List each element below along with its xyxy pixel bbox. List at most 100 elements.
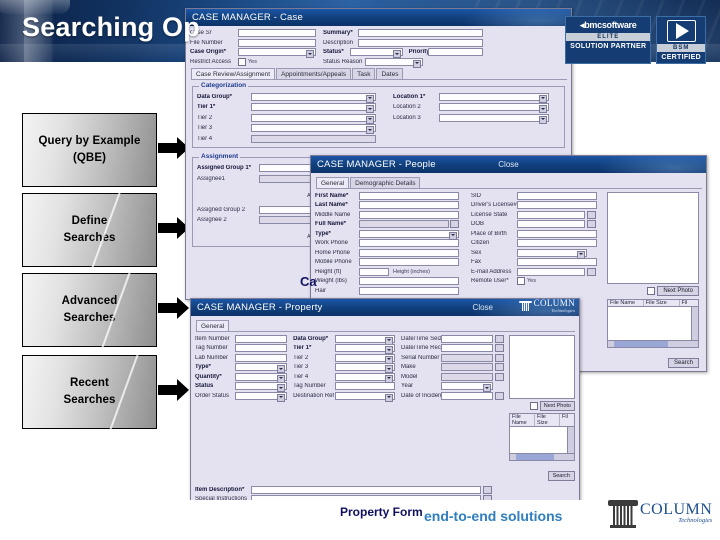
close-button[interactable]: Close — [498, 160, 518, 169]
tier-4-select[interactable] — [335, 372, 396, 383]
drivers-license-input[interactable] — [517, 201, 597, 209]
photo-checkbox[interactable] — [529, 401, 538, 410]
location-1-select[interactable] — [439, 92, 549, 103]
description-input[interactable] — [357, 38, 483, 47]
mobile-phone-input[interactable] — [359, 258, 459, 266]
case-tabs[interactable]: Case Review/Assignment Appointments/Appe… — [191, 68, 567, 80]
hair-input[interactable] — [359, 286, 459, 295]
location-2-select[interactable] — [439, 103, 549, 113]
field-datetime-seized[interactable]: Date/Time Seized — [401, 334, 505, 343]
field-lab-number[interactable]: Lab Number — [195, 353, 289, 362]
field-remote-user[interactable]: Remote User* Yes — [471, 277, 601, 285]
field-case-sr[interactable]: Case Sr — [190, 29, 320, 37]
tier-1-select[interactable] — [251, 103, 376, 113]
home-phone-input[interactable] — [359, 248, 459, 257]
field-dob[interactable]: DOB — [471, 220, 601, 228]
field-data-group[interactable]: Data Group* — [293, 334, 397, 345]
tag-number-input[interactable] — [235, 344, 287, 352]
email-picker-button[interactable] — [587, 267, 596, 276]
lab-number-input[interactable] — [235, 353, 287, 362]
field-drivers-license[interactable]: Driver's License# — [471, 201, 601, 209]
type-select[interactable] — [235, 363, 287, 373]
data-group-select[interactable] — [251, 92, 376, 103]
field-order-status[interactable]: Order Status — [195, 391, 289, 402]
horizontal-scrollbar[interactable] — [510, 452, 574, 460]
field-fax[interactable]: Fax — [471, 258, 601, 266]
window-titlebar[interactable]: CASE MANAGER - Property Close COLUMN Tech… — [191, 299, 579, 316]
case-origin-select[interactable] — [238, 48, 316, 58]
field-status[interactable]: Status* Priority* — [323, 48, 483, 58]
serial-number-picker-button[interactable] — [495, 353, 505, 362]
field-sex[interactable]: Sex — [471, 248, 601, 259]
tier-2-select[interactable] — [251, 113, 376, 124]
field-make[interactable]: Make — [401, 363, 505, 371]
field-last-name[interactable]: Last Name* — [315, 201, 465, 209]
tier-4-input[interactable] — [251, 134, 376, 143]
middle-name-input[interactable] — [359, 210, 459, 219]
field-data-group[interactable]: Data Group* — [197, 92, 387, 103]
type-select[interactable] — [359, 229, 459, 240]
tier-3-select[interactable] — [251, 124, 376, 134]
field-file-number[interactable]: File Number — [190, 38, 320, 47]
field-tier-1[interactable]: Tier 1* — [197, 103, 387, 113]
place-of-birth-input[interactable] — [517, 229, 597, 238]
full-name-input[interactable] — [359, 220, 449, 228]
field-tier-3[interactable]: Tier 3 — [197, 124, 387, 134]
tab-appointments-appeals[interactable]: Appointments/Appeals — [276, 68, 352, 79]
license-state-dropdown-button[interactable] — [587, 210, 596, 219]
field-weight-lbs[interactable]: Weight (lbs) — [315, 277, 465, 285]
tab-general[interactable]: General — [316, 177, 350, 188]
field-height-ft[interactable]: Height (ft) Height (inches) — [315, 267, 465, 276]
field-item-description[interactable]: Item Description* — [195, 485, 495, 494]
serial-number-input[interactable] — [441, 353, 494, 362]
field-tier-4[interactable]: Tier 4 — [197, 134, 387, 143]
summary-input[interactable] — [357, 29, 483, 37]
field-license-state[interactable]: License State — [471, 210, 601, 219]
tab-demographic-details[interactable]: Demographic Details — [350, 177, 421, 188]
tier-1-select[interactable] — [335, 344, 396, 354]
data-group-select[interactable] — [335, 334, 396, 345]
field-hair[interactable]: Hair — [315, 286, 465, 295]
location-3-select[interactable] — [439, 113, 549, 124]
field-location-3[interactable]: Location 3 — [393, 113, 558, 124]
field-restrict-access[interactable]: Restrict Access Yes — [190, 57, 320, 66]
field-tier-3[interactable]: Tier 3 — [293, 363, 397, 373]
field-tag-number[interactable]: Tag Number — [195, 344, 289, 352]
field-sid[interactable]: SID — [471, 191, 601, 200]
email-address-input[interactable] — [517, 267, 585, 276]
tab-case-review-assignment[interactable]: Case Review/Assignment — [191, 68, 276, 79]
flow-box-qbe[interactable]: Query by Example (QBE) — [22, 113, 157, 187]
field-tag-number-2[interactable]: Tag Number — [293, 382, 397, 390]
field-type[interactable]: Type* — [195, 363, 289, 373]
datetime-seized-picker-button[interactable] — [495, 334, 505, 343]
status-select[interactable] — [350, 48, 403, 58]
height-ft-input[interactable] — [359, 267, 389, 276]
item-description-input[interactable] — [251, 485, 481, 494]
field-destination-ref[interactable]: Destination Ref — [293, 391, 397, 402]
field-serial-number[interactable]: Serial Number — [401, 353, 505, 362]
field-full-name[interactable]: Full Name* — [315, 220, 465, 228]
field-tier-2[interactable]: Tier 2 — [293, 353, 397, 364]
property-tabs[interactable]: General — [196, 320, 575, 332]
field-middle-name[interactable]: Middle Name — [315, 210, 465, 219]
first-name-input[interactable] — [359, 191, 459, 200]
field-tier-2[interactable]: Tier 2 — [197, 113, 387, 124]
priority-input[interactable] — [427, 48, 483, 56]
window-titlebar[interactable]: CASE MANAGER - Case — [186, 9, 571, 26]
window-case-manager-property[interactable]: CASE MANAGER - Property Close COLUMN Tech… — [190, 298, 580, 503]
field-citizen[interactable]: Citizen — [471, 239, 601, 247]
date-of-incident-input[interactable] — [441, 391, 494, 400]
field-status[interactable]: Status — [195, 382, 289, 392]
tier-3-select[interactable] — [335, 363, 396, 373]
field-description[interactable]: Description — [323, 38, 483, 47]
date-of-incident-picker-button[interactable] — [495, 391, 505, 400]
work-phone-input[interactable] — [359, 239, 459, 247]
order-status-select[interactable] — [235, 391, 287, 402]
dob-picker-button[interactable] — [587, 220, 596, 228]
field-email-address[interactable]: E-mail Address — [471, 267, 601, 276]
field-mobile-phone[interactable]: Mobile Phone — [315, 258, 465, 266]
datetime-rec-picker-button[interactable] — [495, 344, 505, 352]
sex-select[interactable] — [517, 248, 587, 259]
datetime-rec-input[interactable] — [441, 344, 494, 352]
citizen-input[interactable] — [517, 239, 597, 247]
